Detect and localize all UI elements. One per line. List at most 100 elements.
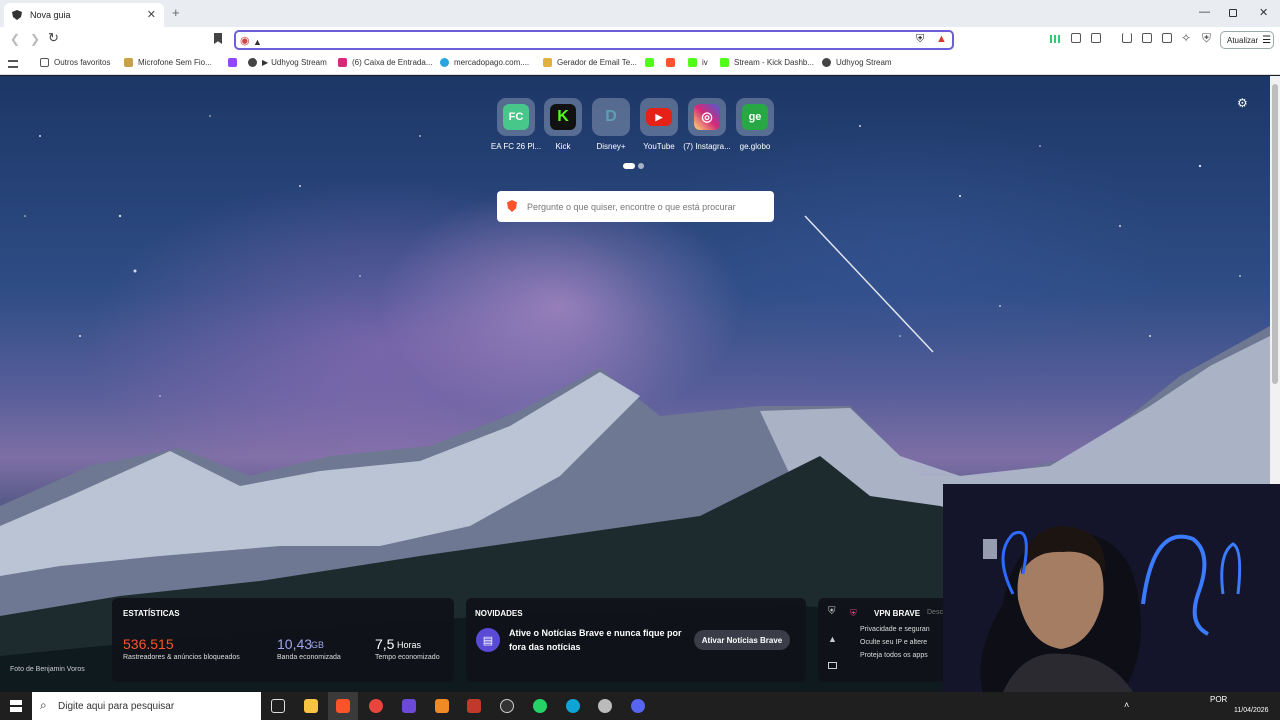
bookmark-favicon [124, 58, 133, 67]
minimize-icon[interactable]: — [1199, 6, 1210, 18]
twitch-icon [228, 58, 237, 67]
page-dot-active[interactable] [623, 163, 635, 169]
search-box[interactable]: Pergunte o que quiser, encontre o que es… [497, 191, 774, 222]
tray-chevron-icon[interactable]: ˄ [1124, 700, 1129, 710]
vpn-icon[interactable]: ⛨ [1202, 31, 1211, 46]
brave-icon [666, 58, 675, 67]
rewards-icon[interactable]: ▲ [936, 33, 947, 45]
tile-ge-globo[interactable]: ge [736, 98, 774, 136]
settings-gear-icon[interactable]: ⚙ [1237, 96, 1248, 110]
tile-label: EA FC 26 Pl... [490, 142, 542, 151]
taskbar-date[interactable]: 11/04/2026 [1234, 707, 1269, 714]
instagram-icon: ◎ [694, 104, 720, 130]
wallet-icon[interactable] [828, 662, 837, 669]
new-tab-icon[interactable]: + [172, 5, 180, 20]
trackers-label: Rastreadores & anúncios bloqueados [123, 654, 240, 661]
toolbar: ❮ ❯ ↻ ◉ ▲ ⛨ ▲ ✧ ⛨ Atualizar ☰ [0, 27, 1280, 53]
tab-title: Nova guia [30, 10, 71, 20]
sublime-icon[interactable] [435, 699, 449, 713]
task-view-icon[interactable] [271, 699, 285, 713]
back-icon[interactable]: ❮ [10, 32, 20, 46]
chrome-icon[interactable] [369, 699, 383, 713]
bandwidth-unit: GB [311, 640, 325, 650]
brave-logo-icon [507, 200, 517, 212]
edge-icon[interactable] [566, 699, 580, 713]
rewards-triangle-icon[interactable]: ▲ [828, 634, 837, 644]
scrollbar-thumb[interactable] [1272, 84, 1278, 384]
tile-label: YouTube [643, 142, 675, 151]
search-placeholder: Pergunte o que quiser, encontre o que es… [527, 201, 736, 212]
news-icon: ▤ [476, 628, 500, 652]
discord-icon[interactable] [631, 699, 645, 713]
bookmark-item[interactable] [666, 58, 680, 67]
windows-start-icon[interactable] [10, 700, 22, 712]
instagram-icon [338, 58, 347, 67]
tile-disney[interactable]: D [592, 98, 630, 136]
address-bar[interactable]: ◉ ▲ ⛨ ▲ [234, 30, 954, 50]
news-text: Ative o Notícias Brave e nunca fique por… [509, 628, 682, 652]
tile-label: ge.globo [739, 142, 771, 151]
time-label: Tempo economizado [375, 654, 440, 661]
shield-icon[interactable]: ⛨ [916, 33, 924, 46]
update-button[interactable]: Atualizar ☰ [1220, 31, 1274, 49]
time-value: 7,5 [375, 636, 395, 652]
bookmark-folder[interactable]: Outros favoritos [40, 58, 110, 67]
close-window-icon[interactable]: ✕ [1259, 6, 1268, 19]
stats-card: ESTATÍSTICAS 536.515 Rastreadores & anún… [112, 598, 454, 682]
whatsapp-icon[interactable] [533, 699, 547, 713]
menu-icon: ☰ [1262, 34, 1272, 46]
webcam-overlay [943, 484, 1280, 692]
bookmark-icon[interactable] [214, 33, 222, 44]
extension-icon[interactable] [1050, 35, 1060, 43]
obs-icon[interactable] [500, 699, 514, 713]
bookmark-item[interactable]: Microfone Sem Fio... [124, 58, 212, 67]
download-icon[interactable] [1122, 33, 1132, 43]
wallet-icon[interactable] [1162, 33, 1172, 43]
bookmarks-bar: Outros favoritos Microfone Sem Fio... ▶ U… [0, 53, 1280, 75]
restore-icon[interactable] [1229, 9, 1237, 17]
bookmark-item[interactable]: (6) Caixa de Entrada... [338, 58, 432, 67]
vpn-feature: Proteja todos os apps [860, 652, 928, 659]
close-tab-icon[interactable]: ✕ [147, 8, 156, 21]
tile-ea-fc[interactable]: FC [497, 98, 535, 136]
mouse-cursor-icon: ▲ [253, 37, 262, 47]
language-indicator[interactable]: POR [1210, 695, 1227, 704]
media-icon[interactable] [1091, 33, 1101, 43]
app-icon[interactable] [402, 699, 416, 713]
page-dot[interactable] [638, 163, 644, 169]
bookmark-item[interactable] [645, 58, 659, 67]
taskbar-search[interactable]: ⌕ Digite aqui para pesquisar [32, 692, 261, 720]
app-icon[interactable] [467, 699, 481, 713]
bookmark-item[interactable]: Gerador de Email Te... [543, 58, 637, 67]
photo-credit[interactable]: Foto de Benjamin Voros [10, 666, 85, 673]
forward-icon[interactable]: ❯ [30, 32, 40, 46]
kick-icon: K [550, 104, 576, 130]
bookmark-item[interactable]: mercadopago.com.... [440, 58, 529, 67]
search-icon: ⌕ [40, 698, 47, 712]
globe-icon [822, 58, 831, 67]
bandwidth-value: 10,43 [277, 636, 313, 652]
apps-icon[interactable] [8, 58, 18, 68]
tab-new[interactable]: Nova guia ✕ [4, 3, 164, 27]
search-icon: ◉ [240, 35, 250, 47]
bookmark-item[interactable]: ▶ Udhyog Stream [248, 58, 327, 67]
bookmark-item[interactable]: Udhyog Stream [822, 58, 892, 67]
puzzle-icon[interactable] [1071, 33, 1081, 43]
vpn-shield-icon[interactable]: ⛨ [828, 606, 836, 617]
bookmark-item[interactable]: iv [688, 58, 708, 67]
sidebar-icon[interactable] [1142, 33, 1152, 43]
brave-taskbar-icon[interactable] [336, 699, 350, 713]
reload-icon[interactable]: ↻ [48, 30, 59, 46]
bookmark-item[interactable] [228, 58, 242, 67]
app-icon[interactable] [598, 699, 612, 713]
tile-instagram[interactable]: ◎ [688, 98, 726, 136]
webcam-feed [943, 484, 1280, 692]
tile-youtube[interactable]: ▶ [640, 98, 678, 136]
bookmark-item[interactable]: Stream - Kick Dashb... [720, 58, 814, 67]
stats-heading: ESTATÍSTICAS [123, 609, 180, 618]
pencil-icon [543, 58, 552, 67]
file-explorer-icon[interactable] [304, 699, 318, 713]
enable-news-button[interactable]: Ativar Notícias Brave [694, 630, 790, 650]
tile-kick[interactable]: K [544, 98, 582, 136]
leo-ai-icon[interactable]: ✧ [1181, 31, 1191, 45]
